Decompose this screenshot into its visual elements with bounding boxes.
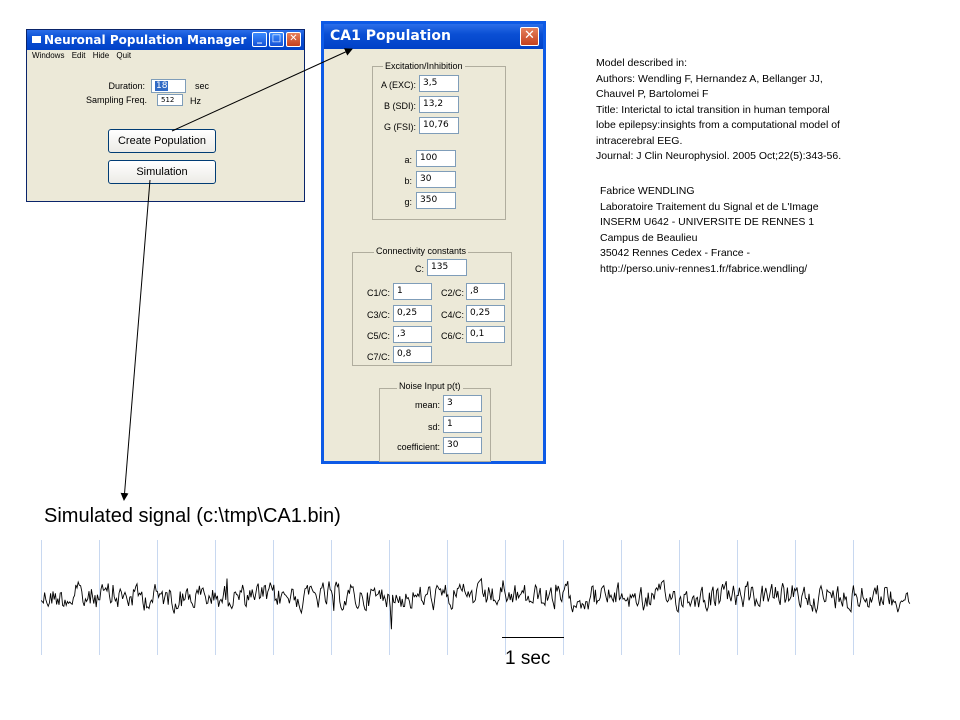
b-sdi-label: B (SDI): — [383, 101, 416, 111]
create-population-button[interactable]: Create Population — [108, 129, 216, 153]
noise-group-title: Noise Input p(t) — [397, 381, 463, 391]
a-label: a: — [404, 155, 412, 165]
a-exc-label: A (EXC): — [380, 80, 416, 90]
g-fsi-label: G (FSI): — [384, 122, 416, 132]
manager-window: Neuronal Population Manager _ □ ✕ Window… — [26, 29, 305, 202]
ca1-titlebar[interactable]: CA1 Population ✕ — [324, 24, 543, 49]
menu-edit[interactable]: Edit — [72, 51, 86, 60]
signal-trace — [41, 577, 911, 630]
sampling-field[interactable]: 512 — [157, 94, 183, 106]
author-line: Fabrice WENDLING — [600, 185, 695, 197]
duration-label: Duration: — [108, 81, 145, 91]
sampling-unit: Hz — [190, 96, 201, 106]
c-label: C: — [415, 264, 424, 274]
c3-field[interactable]: 0,25 — [393, 305, 432, 322]
scale-bar — [502, 637, 564, 638]
menu-bar: Windows Edit Hide Quit — [27, 51, 304, 60]
coefficient-field[interactable]: 30 — [443, 437, 482, 454]
reference-line: Authors: Wendling F, Hernandez A, Bellan… — [596, 72, 823, 85]
mean-label: mean: — [414, 400, 440, 410]
connectivity-group-title: Connectivity constants — [374, 246, 469, 256]
b-field[interactable]: 30 — [416, 171, 456, 188]
author-line: Laboratoire Traitement du Signal et de L… — [600, 200, 819, 213]
c1-field[interactable]: 1 — [393, 283, 432, 300]
mean-field[interactable]: 3 — [443, 395, 482, 412]
manager-titlebar[interactable]: Neuronal Population Manager _ □ ✕ — [27, 30, 304, 50]
c7-label: C7/C: — [366, 352, 390, 362]
duration-field[interactable]: 18 — [151, 79, 186, 93]
duration-value: 18 — [155, 81, 169, 91]
c3-label: C3/C: — [366, 310, 390, 320]
a-field[interactable]: 100 — [416, 150, 456, 167]
menu-windows[interactable]: Windows — [32, 51, 64, 60]
c4-label: C4/C: — [440, 310, 464, 320]
maximize-icon[interactable]: □ — [269, 32, 284, 47]
a-exc-field[interactable]: 3,5 — [419, 75, 459, 92]
b-sdi-field[interactable]: 13,2 — [419, 96, 459, 113]
g-fsi-field[interactable]: 10,76 — [419, 117, 459, 134]
c2-label: C2/C: — [440, 288, 464, 298]
reference-line: Model described in: — [596, 57, 688, 69]
g-field[interactable]: 350 — [416, 192, 456, 209]
sampling-label: Sampling Freq. — [85, 95, 147, 105]
sd-field[interactable]: 1 — [443, 416, 482, 433]
author-line: Campus de Beaulieu — [600, 231, 698, 244]
author-line: 35042 Rennes Cedex - France - — [600, 247, 750, 259]
duration-unit: sec — [195, 81, 210, 91]
author-text: Fabrice WENDLING Laboratoire Traitement … — [600, 184, 819, 277]
manager-title: Neuronal Population Manager — [44, 33, 247, 47]
window-icon — [32, 36, 41, 43]
simulation-button[interactable]: Simulation — [108, 160, 216, 184]
reference-line: intracerebral EEG. — [596, 134, 683, 147]
arrow-to-signal — [120, 179, 151, 501]
ca1-title: CA1 Population — [330, 28, 451, 44]
reference-line: Journal: J Clin Neurophysiol. 2005 Oct;2… — [596, 150, 842, 162]
signal-caption: Simulated signal (c:\tmp\CA1.bin) — [44, 505, 341, 527]
c6-field[interactable]: 0,1 — [466, 326, 505, 343]
ca1-window: CA1 Population ✕ Excitation/Inhibition A… — [321, 21, 546, 464]
close-icon[interactable]: ✕ — [520, 27, 539, 46]
c4-field[interactable]: 0,25 — [466, 305, 505, 322]
author-line: http://perso.univ-rennes1.fr/fabrice.wen… — [600, 262, 808, 275]
minimize-icon[interactable]: _ — [252, 32, 267, 47]
author-line: INSERM U642 - UNIVERSITE DE RENNES 1 — [600, 216, 815, 228]
reference-line: Chauvel P, Bartolomei F — [596, 88, 709, 100]
c6-label: C6/C: — [440, 331, 464, 341]
c-field[interactable]: 135 — [427, 259, 467, 276]
g-label: g: — [404, 197, 412, 207]
b-label: b: — [404, 176, 412, 186]
close-icon[interactable]: ✕ — [286, 32, 301, 47]
coefficient-label: coefficient: — [397, 442, 440, 452]
excitation-group-title: Excitation/Inhibition — [383, 61, 465, 71]
menu-quit[interactable]: Quit — [116, 51, 131, 60]
c5-label: C5/C: — [366, 331, 390, 341]
reference-line: lobe epilepsy:insights from a computatio… — [596, 119, 840, 131]
scale-bar-label: 1 sec — [505, 648, 551, 669]
reference-text: Model described in: Authors: Wendling F,… — [596, 56, 841, 165]
reference-line: Title: Interictal to ictal transition in… — [596, 103, 830, 116]
c7-field[interactable]: 0,8 — [393, 346, 432, 363]
signal-plot — [41, 540, 911, 655]
c5-field[interactable]: ,3 — [393, 326, 432, 343]
c1-label: C1/C: — [366, 288, 390, 298]
menu-hide[interactable]: Hide — [93, 51, 109, 60]
sd-label: sd: — [427, 422, 440, 432]
c2-field[interactable]: ,8 — [466, 283, 505, 300]
